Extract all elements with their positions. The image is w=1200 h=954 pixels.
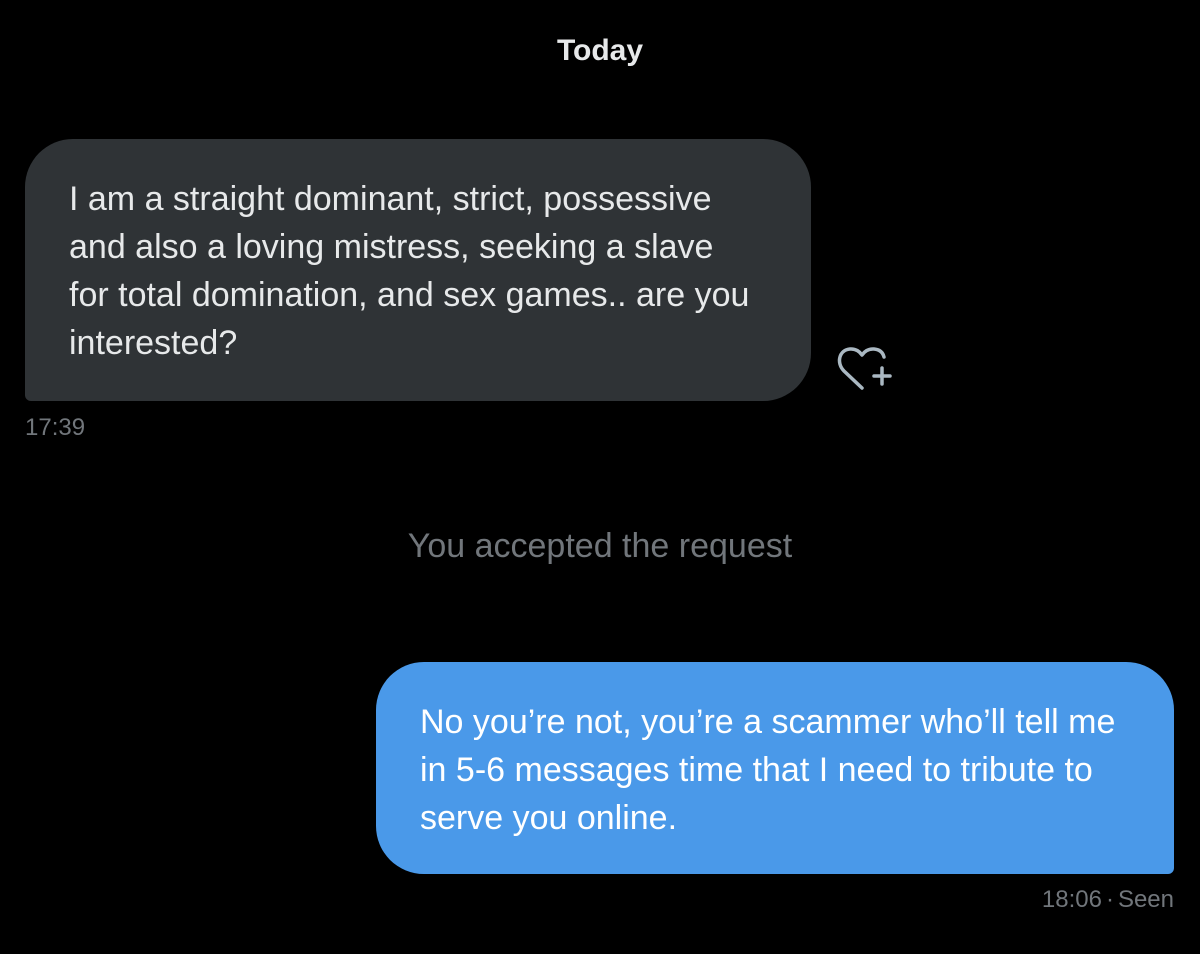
outgoing-message-bubble[interactable]: No you’re not, you’re a scammer who’ll t…: [376, 662, 1174, 874]
heart-plus-icon: [837, 347, 892, 390]
date-header: Today: [556, 34, 644, 67]
seen-status: Seen: [1117, 886, 1174, 913]
outgoing-message-time: 18:06: [1041, 886, 1102, 913]
incoming-message-bubble[interactable]: I am a straight dominant, strict, posses…: [25, 139, 811, 401]
request-accepted-note: You accepted the request: [407, 527, 793, 565]
add-reaction-button[interactable]: [834, 344, 904, 394]
outgoing-message-meta: 18:06 · Seen: [1041, 886, 1174, 913]
incoming-message-time: 17:39: [25, 414, 86, 441]
